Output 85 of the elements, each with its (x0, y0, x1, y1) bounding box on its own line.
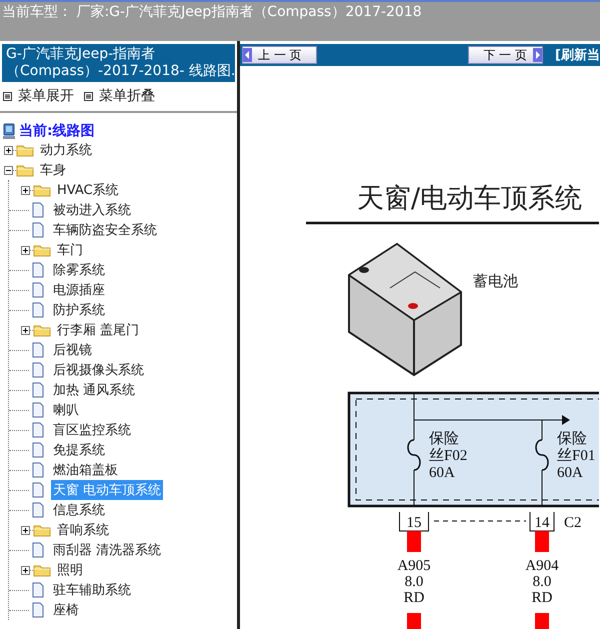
fuse-label: 保险 丝F02 60A (429, 431, 468, 481)
document-icon (31, 422, 45, 438)
document-icon (31, 542, 45, 558)
right-arrow-icon (533, 48, 542, 62)
folder-icon (16, 143, 34, 157)
connector-pin: 14 (530, 512, 554, 532)
tree-item[interactable]: 被动进入系统 (51, 200, 133, 220)
document-icon (31, 262, 45, 278)
wire-color-code: RD (404, 590, 424, 606)
document-icon (31, 342, 45, 358)
tree-item[interactable]: HVAC系统 (55, 180, 121, 200)
document-icon (31, 602, 45, 618)
diagram-title: 天窗/电动车顶系统 (357, 183, 582, 214)
expand-icon[interactable] (21, 246, 30, 254)
tree-item[interactable]: 信息系统 (51, 500, 107, 520)
folder-icon (33, 183, 51, 197)
battery-label: 蓄电池 (473, 272, 518, 290)
next-page-button[interactable]: 下 一 页 (468, 46, 544, 64)
menu-toggle-button[interactable]: 菜单折叠 (84, 87, 155, 105)
tree-item[interactable]: 车辆防盗安全系统 (51, 220, 159, 240)
tree-item[interactable]: 盲区监控系统 (51, 420, 133, 440)
folder-icon (33, 243, 51, 257)
tree-item[interactable]: 加热 通风系统 (51, 380, 138, 400)
tree-item[interactable]: 燃油箱盖板 (51, 460, 120, 480)
tree-item[interactable]: 免提系统 (51, 440, 107, 460)
refresh-link[interactable]: [刷新当 (555, 46, 600, 64)
menu-toggle-button[interactable]: 菜单展开 (3, 87, 74, 105)
expand-icon[interactable] (21, 566, 30, 574)
header-title: 当前车型： 厂家:G-广汽菲克Jeep指南者（Compass）2017-2018 (1, 3, 423, 22)
document-icon (31, 582, 45, 598)
tree-item[interactable]: 除雾系统 (51, 260, 107, 280)
document-icon (31, 362, 45, 378)
wire-segment (535, 613, 549, 629)
document-icon (31, 402, 45, 418)
folder-icon (33, 563, 51, 577)
tree-item[interactable]: 车门 (55, 240, 85, 260)
tree-item[interactable]: 防护系统 (51, 300, 107, 320)
document-icon (31, 482, 45, 498)
tree-item[interactable]: 后视摄像头系统 (51, 360, 146, 380)
wire-segment (407, 613, 421, 629)
tree-item[interactable]: 喇叭 (51, 400, 81, 420)
computer-icon (2, 122, 16, 140)
expand-icon[interactable] (4, 146, 13, 154)
document-icon (31, 222, 45, 238)
wire-circuit: A904 (525, 558, 559, 574)
tree-item[interactable]: 雨刮器 清洗器系统 (51, 540, 164, 560)
battery-icon (348, 242, 462, 376)
document-icon (31, 382, 45, 398)
folder-icon (33, 323, 51, 337)
expand-icon[interactable] (21, 326, 30, 334)
document-icon (31, 282, 45, 298)
tree-item[interactable]: 行李厢 盖尾门 (55, 320, 142, 340)
list-icon (3, 92, 12, 100)
previous-page-button[interactable]: 上 一 页 (242, 46, 317, 64)
tree-item[interactable]: 动力系统 (38, 140, 94, 160)
tree-item[interactable]: 车身 (38, 160, 68, 180)
document-icon (31, 502, 45, 518)
folder-icon (33, 523, 51, 537)
list-icon (84, 92, 93, 100)
fuse-label: 保险 丝F01 60A (557, 431, 596, 481)
tree-root-label: 当前:线路图 (19, 122, 95, 140)
tree-item[interactable]: 驻车辅助系统 (51, 580, 133, 600)
document-icon (31, 442, 45, 458)
document-icon (31, 462, 45, 478)
connector-pin: 15 (399, 512, 429, 532)
document-icon (31, 302, 45, 318)
model-heading-line: G-广汽菲克Jeep-指南者 (6, 46, 156, 63)
connector-label: C2 (564, 515, 582, 531)
tree-item[interactable]: 后视镜 (51, 340, 94, 360)
wire-segment (535, 531, 549, 552)
wire-circuit: A905 (397, 558, 431, 574)
wire-color-code: RD (532, 590, 552, 606)
left-arrow-icon (243, 48, 252, 62)
tree-item[interactable]: 照明 (55, 560, 85, 580)
expand-icon[interactable] (21, 526, 30, 534)
expand-icon[interactable] (21, 186, 30, 194)
wire-segment (407, 531, 421, 552)
wire-gauge: 8.0 (532, 574, 552, 590)
tree-item[interactable]: 座椅 (51, 600, 81, 620)
tree-item[interactable]: 电源插座 (51, 280, 107, 300)
document-icon (31, 202, 45, 218)
wire-gauge: 8.0 (404, 574, 424, 590)
collapse-icon[interactable] (4, 166, 13, 174)
tree-item[interactable]: 音响系统 (55, 520, 111, 540)
folder-icon (16, 163, 34, 177)
